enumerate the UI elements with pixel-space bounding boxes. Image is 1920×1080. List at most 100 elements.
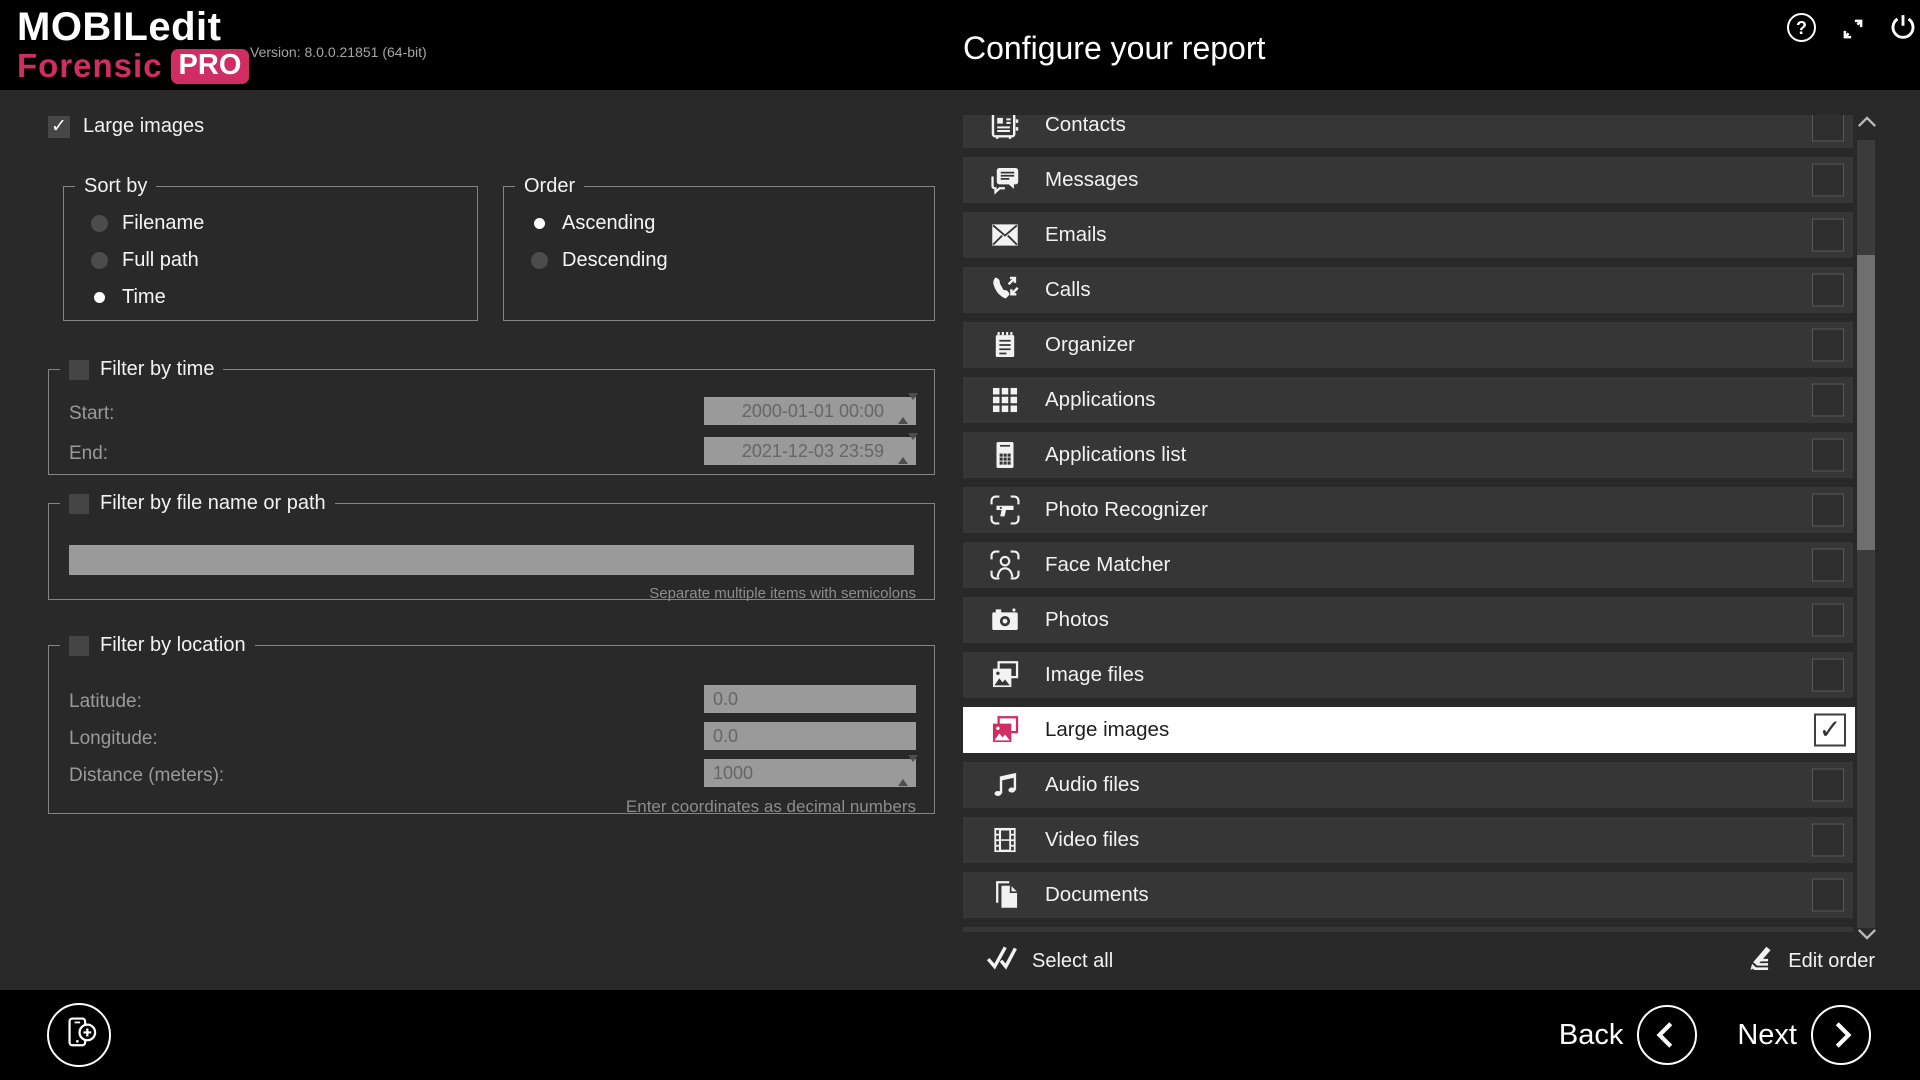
large-images-icon <box>987 712 1023 748</box>
item-checkbox[interactable] <box>1812 494 1844 527</box>
start-date-spinner[interactable] <box>898 400 910 418</box>
distance-spinner[interactable] <box>898 762 910 780</box>
messages-icon <box>987 162 1023 198</box>
list-item-messages[interactable]: Messages <box>963 157 1853 203</box>
item-checkbox[interactable] <box>1812 219 1844 252</box>
list-item-contacts[interactable]: Contacts <box>963 115 1853 148</box>
list-item-image-files[interactable]: Image files <box>963 652 1853 698</box>
item-checkbox[interactable]: ✓ <box>1814 714 1846 747</box>
back-label: Back <box>1559 1019 1623 1052</box>
item-checkbox[interactable] <box>1812 439 1844 472</box>
brand-name: MOBILedit <box>17 6 249 48</box>
large-images-label: Large images <box>83 115 204 138</box>
main-area: ✓ Large images Sort by Filename Full path… <box>0 90 1920 990</box>
filter-name-checkbox[interactable] <box>69 494 89 514</box>
select-all-icon <box>985 942 1017 980</box>
scrollbar-track[interactable] <box>1857 140 1875 928</box>
radio-label: Filename <box>122 212 204 235</box>
emails-icon <box>987 217 1023 253</box>
end-date-input[interactable] <box>704 437 916 465</box>
list-item-face-matcher[interactable]: Face Matcher <box>963 542 1853 588</box>
radio-filename[interactable]: Filename <box>91 211 477 235</box>
large-images-option[interactable]: ✓ Large images <box>48 115 204 138</box>
radio-dot <box>91 289 108 306</box>
filter-name-input[interactable] <box>69 545 914 575</box>
item-checkbox[interactable] <box>1812 164 1844 197</box>
list-item-photos[interactable]: Photos <box>963 597 1853 643</box>
list-item-photo-recognizer[interactable]: Photo Recognizer <box>963 487 1853 533</box>
end-date-spinner[interactable] <box>898 440 910 458</box>
list-item-label: Photos <box>1045 608 1109 632</box>
scroll-up-icon[interactable] <box>1857 115 1875 133</box>
sort-by-options: Filename Full path Time <box>64 211 477 309</box>
radio-descending[interactable]: Descending <box>531 248 934 272</box>
latitude-input[interactable] <box>704 685 916 713</box>
chevron-left-icon <box>1649 1017 1685 1053</box>
help-icon[interactable]: ? <box>1787 13 1816 42</box>
order-legend: Order <box>524 175 575 198</box>
item-checkbox[interactable] <box>1812 549 1844 582</box>
item-checkbox[interactable] <box>1812 879 1844 912</box>
photo-recognizer-icon <box>987 492 1023 528</box>
radio-ascending[interactable]: Ascending <box>531 211 934 235</box>
item-checkbox[interactable] <box>1812 824 1844 857</box>
item-checkbox[interactable] <box>1812 769 1844 802</box>
filter-location-legend: Filter by location <box>100 634 246 657</box>
image-files-icon <box>987 657 1023 693</box>
next-button[interactable] <box>1811 1005 1871 1065</box>
video-files-icon <box>987 822 1023 858</box>
back-button[interactable] <box>1637 1005 1697 1065</box>
edit-order-icon <box>1743 942 1775 980</box>
order-group: Order Ascending Descending <box>503 175 935 321</box>
distance-label: Distance (meters): <box>69 765 224 787</box>
start-date-input[interactable] <box>704 397 916 425</box>
item-checkbox[interactable] <box>1812 659 1844 692</box>
list-item-label: Face Matcher <box>1045 553 1170 577</box>
longitude-input[interactable] <box>704 722 916 750</box>
add-device-button[interactable] <box>47 1003 111 1067</box>
applications-icon <box>987 382 1023 418</box>
power-icon[interactable] <box>1888 12 1918 47</box>
item-checkbox[interactable] <box>1812 604 1844 637</box>
list-item-video-files[interactable]: Video files <box>963 817 1853 863</box>
select-all-button[interactable]: Select all <box>985 942 1113 980</box>
applications-list-icon <box>987 437 1023 473</box>
list-item-applications[interactable]: Applications <box>963 377 1853 423</box>
report-items-viewport: Contacts Messages Emails Calls Organizer Appl… <box>963 115 1856 932</box>
large-images-checkbox[interactable]: ✓ <box>48 116 70 138</box>
scrollbar-thumb[interactable] <box>1857 255 1875 550</box>
sort-by-legend: Sort by <box>84 175 147 198</box>
header: MOBILedit Forensic PRO Version: 8.0.0.21… <box>0 0 1920 90</box>
edit-order-button[interactable]: Edit order <box>1743 942 1875 980</box>
radio-label: Full path <box>122 249 199 272</box>
page-title: Configure your report <box>963 30 1265 67</box>
radio-full-path[interactable]: Full path <box>91 248 477 272</box>
radio-label: Time <box>122 286 166 309</box>
filter-location-checkbox[interactable] <box>69 636 89 656</box>
radio-time[interactable]: Time <box>91 285 477 309</box>
list-item-label: Applications <box>1045 388 1156 412</box>
filter-time-checkbox[interactable] <box>69 360 89 380</box>
radio-label: Descending <box>562 249 668 272</box>
list-item-documents[interactable]: Documents <box>963 872 1853 918</box>
list-item-label: Emails <box>1045 223 1107 247</box>
list-item-label: Applications list <box>1045 443 1186 467</box>
distance-input[interactable] <box>704 759 916 787</box>
item-checkbox[interactable] <box>1812 384 1844 417</box>
latitude-label: Latitude: <box>69 691 142 713</box>
list-item-emails[interactable]: Emails <box>963 212 1853 258</box>
item-checkbox[interactable] <box>1812 115 1844 142</box>
list-item-calls[interactable]: Calls <box>963 267 1853 313</box>
list-item-audio-files[interactable]: Audio files <box>963 762 1853 808</box>
wizard-nav: Back Next <box>1559 990 1871 1080</box>
detach-icon[interactable] <box>1838 14 1868 49</box>
item-checkbox[interactable] <box>1812 274 1844 307</box>
list-item-applications-list[interactable]: Applications list <box>963 432 1853 478</box>
list-item-label: Documents <box>1045 883 1149 907</box>
item-checkbox[interactable] <box>1812 329 1844 362</box>
documents-icon <box>987 877 1023 913</box>
brand-forensic: Forensic <box>17 49 163 84</box>
list-item-label: Calls <box>1045 278 1091 302</box>
list-item-large-images[interactable]: Large images✓ <box>963 707 1855 753</box>
list-item-organizer[interactable]: Organizer <box>963 322 1853 368</box>
